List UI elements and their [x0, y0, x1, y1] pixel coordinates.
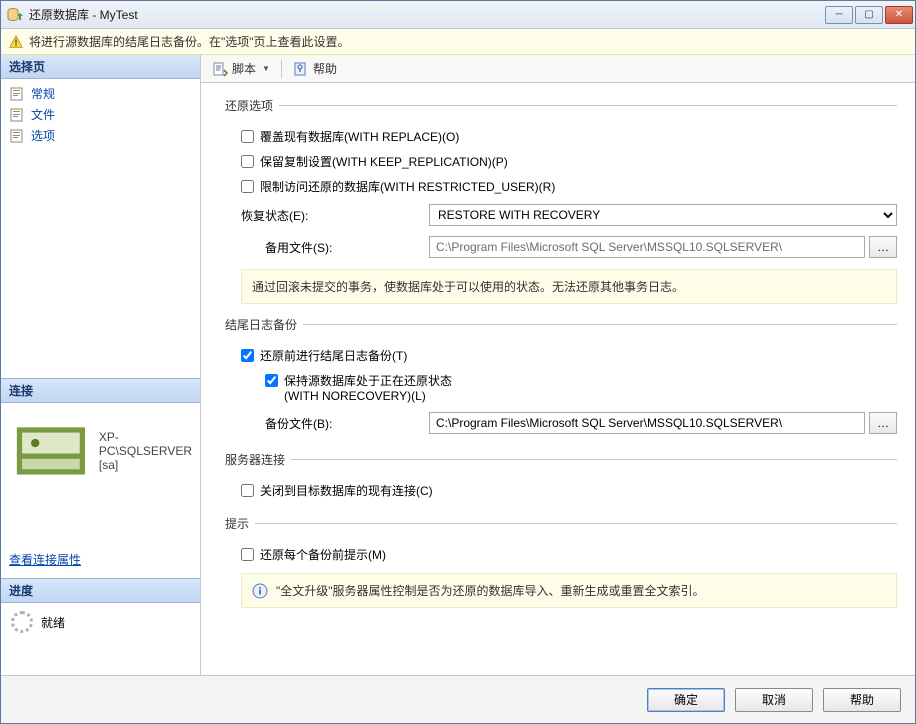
recovery-state-row: 恢复状态(E): RESTORE WITH RECOVERY: [219, 199, 897, 231]
prompt-before-each-checkbox-row[interactable]: 还原每个备份前提示(M): [219, 542, 897, 567]
restricted-user-checkbox[interactable]: [241, 180, 254, 193]
chevron-down-icon: ▼: [262, 64, 270, 73]
options-page-content: 还原选项 覆盖现有数据库(WITH REPLACE)(O) 保留复制设置(WIT…: [201, 83, 915, 675]
recovery-state-label: 恢复状态(E):: [241, 207, 421, 224]
take-tail-log-checkbox[interactable]: [241, 349, 254, 362]
replace-checkbox-row[interactable]: 覆盖现有数据库(WITH REPLACE)(O): [219, 124, 897, 149]
standby-browse-button[interactable]: …: [869, 236, 897, 258]
view-connection-props-link[interactable]: 查看连接属性: [1, 541, 200, 578]
prompt-before-each-label: 还原每个备份前提示(M): [260, 546, 386, 563]
tail-log-group: 结尾日志备份 还原前进行结尾日志备份(T) 保持源数据库处于正在还原状态 (WI…: [219, 316, 897, 447]
maximize-button[interactable]: ▢: [855, 6, 883, 24]
replace-checkbox[interactable]: [241, 130, 254, 143]
help-icon: [293, 61, 309, 77]
tail-log-file-label: 备份文件(B):: [265, 415, 421, 432]
restore-options-legend: 还原选项: [219, 97, 279, 114]
restore-database-dialog: 还原数据库 - MyTest ─ ▢ ✕ 将进行源数据库的结尾日志备份。在"选项…: [0, 0, 916, 724]
window-title: 还原数据库 - MyTest: [29, 6, 825, 23]
window-controls: ─ ▢ ✕: [825, 6, 913, 24]
close-existing-connections-label: 关闭到目标数据库的现有连接(C): [260, 482, 433, 499]
select-page-header: 选择页: [1, 55, 200, 79]
help-button[interactable]: 帮助: [288, 57, 342, 80]
right-pane: 脚本 ▼ 帮助 还原选项 覆盖现有数据库(WITH REPLACE)(O): [201, 55, 915, 675]
standby-file-input[interactable]: [429, 236, 865, 258]
restricted-user-checkbox-row[interactable]: 限制访问还原的数据库(WITH RESTRICTED_USER)(R): [219, 174, 897, 199]
keep-source-norecovery-checkbox[interactable]: [265, 374, 278, 387]
server-connections-group: 服务器连接 关闭到目标数据库的现有连接(C): [219, 451, 897, 511]
restricted-user-label: 限制访问还原的数据库(WITH RESTRICTED_USER)(R): [260, 178, 555, 195]
help-button-label: 帮助: [313, 60, 337, 77]
server-connections-legend: 服务器连接: [219, 451, 291, 468]
keep-replication-checkbox[interactable]: [241, 155, 254, 168]
close-existing-connections-checkbox-row[interactable]: 关闭到目标数据库的现有连接(C): [219, 478, 897, 503]
cancel-button[interactable]: 取消: [735, 688, 813, 712]
fulltext-upgrade-text: "全文升级"服务器属性控制是否为还原的数据库导入、重新生成或重置全文索引。: [276, 582, 705, 599]
footer-help-button[interactable]: 帮助: [823, 688, 901, 712]
prompt-before-each-checkbox[interactable]: [241, 548, 254, 561]
nav-general[interactable]: 常规: [5, 83, 196, 104]
nav-files-label: 文件: [31, 106, 55, 123]
toolbar: 脚本 ▼ 帮助: [201, 55, 915, 83]
left-pane: 选择页 常规 文件 选项 连接 XP-: [1, 55, 201, 675]
toolbar-separator: [281, 60, 282, 78]
warning-icon: [9, 35, 23, 49]
close-button[interactable]: ✕: [885, 6, 913, 24]
tail-log-legend: 结尾日志备份: [219, 316, 303, 333]
progress-status-row: 就绪: [1, 603, 200, 641]
ok-button[interactable]: 确定: [647, 688, 725, 712]
nav-general-label: 常规: [31, 85, 55, 102]
restore-options-group: 还原选项 覆盖现有数据库(WITH REPLACE)(O) 保留复制设置(WIT…: [219, 97, 897, 312]
info-icon: [252, 583, 268, 599]
standby-file-label: 备用文件(S):: [265, 239, 421, 256]
page-icon: [9, 128, 25, 144]
recovery-state-select[interactable]: RESTORE WITH RECOVERY: [429, 204, 897, 226]
fulltext-upgrade-note: "全文升级"服务器属性控制是否为还原的数据库导入、重新生成或重置全文索引。: [241, 573, 897, 608]
minimize-button[interactable]: ─: [825, 6, 853, 24]
tail-log-browse-button[interactable]: …: [869, 412, 897, 434]
keep-replication-label: 保留复制设置(WITH KEEP_REPLICATION)(P): [260, 153, 508, 170]
nav-options-label: 选项: [31, 127, 55, 144]
server-label: XP-PC\SQLSERVER [sa]: [99, 430, 192, 472]
prompt-group: 提示 还原每个备份前提示(M) "全文升级"服务器属性控制是否为还原的数据库导入…: [219, 515, 897, 616]
dialog-footer: 确定 取消 帮助: [1, 675, 915, 723]
keep-source-norecovery-checkbox-row[interactable]: 保持源数据库处于正在还原状态 (WITH NORECOVERY)(L): [219, 368, 897, 407]
script-button[interactable]: 脚本 ▼: [207, 57, 275, 80]
tail-log-file-row: 备份文件(B): …: [219, 407, 897, 439]
titlebar: 还原数据库 - MyTest ─ ▢ ✕: [1, 1, 915, 29]
page-nav: 常规 文件 选项: [1, 79, 200, 150]
keep-replication-checkbox-row[interactable]: 保留复制设置(WITH KEEP_REPLICATION)(P): [219, 149, 897, 174]
prompt-legend: 提示: [219, 515, 255, 532]
page-icon: [9, 107, 25, 123]
standby-file-row: 备用文件(S): …: [219, 231, 897, 263]
close-existing-connections-checkbox[interactable]: [241, 484, 254, 497]
connection-server: XP-PC\SQLSERVER [sa]: [9, 409, 192, 493]
keep-source-norecovery-label: 保持源数据库处于正在还原状态 (WITH NORECOVERY)(L): [284, 372, 452, 403]
database-restore-icon: [7, 7, 23, 23]
replace-label: 覆盖现有数据库(WITH REPLACE)(O): [260, 128, 459, 145]
server-icon: [9, 409, 93, 493]
main-area: 选择页 常规 文件 选项 连接 XP-: [1, 55, 915, 675]
script-button-label: 脚本: [232, 60, 256, 77]
tail-log-file-input[interactable]: [429, 412, 865, 434]
progress-header: 进度: [1, 578, 200, 603]
take-tail-log-label: 还原前进行结尾日志备份(T): [260, 347, 407, 364]
recovery-state-description: 通过回滚未提交的事务，使数据库处于可以使用的状态。无法还原其他事务日志。: [241, 269, 897, 304]
warning-bar: 将进行源数据库的结尾日志备份。在"选项"页上查看此设置。: [1, 29, 915, 55]
nav-files[interactable]: 文件: [5, 104, 196, 125]
progress-status-label: 就绪: [41, 614, 65, 631]
script-icon: [212, 61, 228, 77]
warning-text: 将进行源数据库的结尾日志备份。在"选项"页上查看此设置。: [29, 33, 350, 50]
progress-spinner-icon: [11, 611, 33, 633]
connection-header: 连接: [1, 378, 200, 403]
nav-options[interactable]: 选项: [5, 125, 196, 146]
take-tail-log-checkbox-row[interactable]: 还原前进行结尾日志备份(T): [219, 343, 897, 368]
page-icon: [9, 86, 25, 102]
